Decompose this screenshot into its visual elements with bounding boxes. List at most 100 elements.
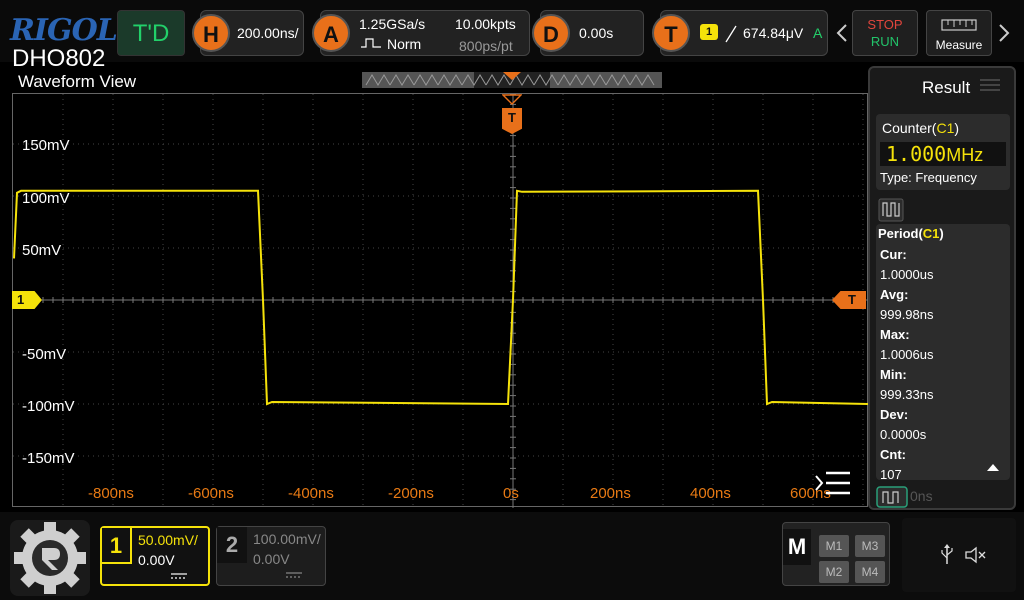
x-label: 200ns <box>590 485 631 502</box>
trigger-position-marker[interactable]: T <box>502 108 522 134</box>
rigol-gear-icon <box>14 522 86 594</box>
x-label: -200ns <box>388 485 434 502</box>
math-panel[interactable]: M M1 M3 M2 M4 <box>782 522 890 586</box>
td-button[interactable]: T'D <box>117 10 185 56</box>
math-m2[interactable]: M2 <box>819 561 849 583</box>
period-label: Period( <box>878 226 923 241</box>
counter-value: 1.000 <box>886 142 947 166</box>
horizontal-icon: H <box>192 14 230 52</box>
trigger-mode: A <box>813 25 823 41</box>
y-label: -150mV <box>22 450 75 467</box>
math-m1[interactable]: M1 <box>819 535 849 557</box>
math-m3[interactable]: M3 <box>855 535 885 557</box>
counter-title: Counter(C1) <box>882 120 959 136</box>
chevron-right-icon[interactable] <box>998 24 1010 42</box>
measure-label: Measure <box>935 38 983 52</box>
stat-key: Dev: <box>880 407 909 422</box>
stat-value: 0.0000s <box>880 427 927 442</box>
math-label: M <box>783 529 811 565</box>
period-title: Period(C1) <box>878 226 944 241</box>
ch2-coupling-icon <box>286 572 302 578</box>
ch1-scale: 50.00mV/ <box>138 532 198 548</box>
memory-depth: 10.00kpts <box>455 16 516 32</box>
counter-channel: C1 <box>936 120 955 136</box>
trigger-source-badge: 1 <box>700 24 718 40</box>
y-label: -100mV <box>22 398 75 415</box>
ch1-settings[interactable]: 1 50.00mV/ 0.00V <box>100 526 210 586</box>
panel-menu-icon[interactable] <box>980 78 1000 92</box>
period-close: ) <box>939 226 944 241</box>
ch1-offset: 0.00V <box>138 552 175 568</box>
top-bar: RIGOL DHO802 T'D 200.00ns/ H 1.25GSa/s N… <box>0 0 1024 72</box>
add-measure-icon[interactable] <box>876 486 908 508</box>
x-label: -800ns <box>88 485 134 502</box>
x-label: -400ns <box>288 485 334 502</box>
ch1-number: 1 <box>102 528 132 564</box>
home-button[interactable] <box>10 520 90 596</box>
stat-value: 1.0000us <box>880 267 934 282</box>
x-label: -600ns <box>188 485 234 502</box>
menu-collapse-icon[interactable] <box>814 470 852 496</box>
period-measure-icon <box>878 198 904 222</box>
counter-display: 1.000MHz <box>880 142 1006 166</box>
system-tray <box>902 518 1016 592</box>
memory-position-bar[interactable] <box>362 70 662 90</box>
ch1-coupling-icon <box>171 573 187 579</box>
speaker-muted-icon[interactable] <box>964 546 988 564</box>
sample-rate: 1.25GSa/s <box>359 16 426 32</box>
trigger-icon: T <box>652 14 690 52</box>
delay-icon: D <box>532 14 570 52</box>
result-title: Result <box>922 78 971 97</box>
measure-button[interactable]: Measure <box>926 10 992 56</box>
collapse-up-icon[interactable] <box>986 462 1000 472</box>
counter-card[interactable]: Counter(C1) 1.000MHz Type: Frequency <box>876 114 1010 190</box>
trigger-level: 674.84μV <box>743 25 804 41</box>
stat-value: 107 <box>880 467 902 482</box>
ch1-waveform <box>13 189 869 406</box>
usb-icon[interactable] <box>940 544 954 566</box>
counter-close: ) <box>954 120 960 136</box>
acquire-panel[interactable]: 1.25GSa/s Norm 10.00kpts 800ps/pt <box>320 10 530 56</box>
y-label: 100mV <box>22 190 70 207</box>
counter-unit: MHz <box>946 145 984 165</box>
stat-value: 999.98ns <box>880 307 934 322</box>
run-stop-button[interactable]: STOP RUN <box>852 10 918 56</box>
rising-edge-icon <box>725 25 737 43</box>
period-card[interactable]: Period(C1) Cur: 1.0000us Avg: 999.98ns M… <box>876 224 1010 482</box>
stat-key: Avg: <box>880 287 909 302</box>
sample-interval: 800ps/pt <box>459 38 513 54</box>
brand-logo: RIGOL <box>10 13 118 48</box>
delay-value: 0.00s <box>579 25 614 41</box>
stat-key: Cur: <box>880 247 907 262</box>
period-channel: C1 <box>922 226 940 241</box>
math-m4[interactable]: M4 <box>855 561 885 583</box>
timebase-value: 200.00ns/ <box>237 25 299 41</box>
stat-key: Cnt: <box>880 447 906 462</box>
acq-mode-icon <box>361 38 381 48</box>
stat-key: Min: <box>880 367 907 382</box>
y-label: 50mV <box>22 242 62 259</box>
ch2-number: 2 <box>217 527 247 563</box>
waveform-view-title: Waveform View <box>18 72 137 91</box>
acquire-icon: A <box>312 14 350 52</box>
chevron-left-icon[interactable] <box>836 24 848 42</box>
stop-label: STOP <box>867 17 903 32</box>
stat-key: Max: <box>880 327 910 342</box>
run-label: RUN <box>870 34 900 49</box>
ch2-scale: 100.00mV/ <box>253 531 321 547</box>
x-label: 400ns <box>690 485 731 502</box>
counter-type: Type: Frequency <box>880 170 977 185</box>
scope-screen: RIGOL DHO802 T'D 200.00ns/ H 1.25GSa/s N… <box>0 0 1024 600</box>
stat-value: 999.33ns <box>880 387 934 402</box>
y-label: -50mV <box>22 346 67 363</box>
stat-value: 1.0006us <box>880 347 934 362</box>
y-label: 150mV <box>22 137 70 154</box>
model-name: DHO802 <box>12 45 106 72</box>
ch2-settings[interactable]: 2 100.00mV/ 0.00V <box>216 526 326 586</box>
x-label: 0s <box>503 485 519 502</box>
ch2-offset: 0.00V <box>253 551 290 567</box>
waveform-grid[interactable] <box>12 93 869 508</box>
counter-label: Counter( <box>882 120 937 136</box>
acq-mode: Norm <box>387 36 422 52</box>
x-label-partial: 0ns <box>910 488 933 504</box>
